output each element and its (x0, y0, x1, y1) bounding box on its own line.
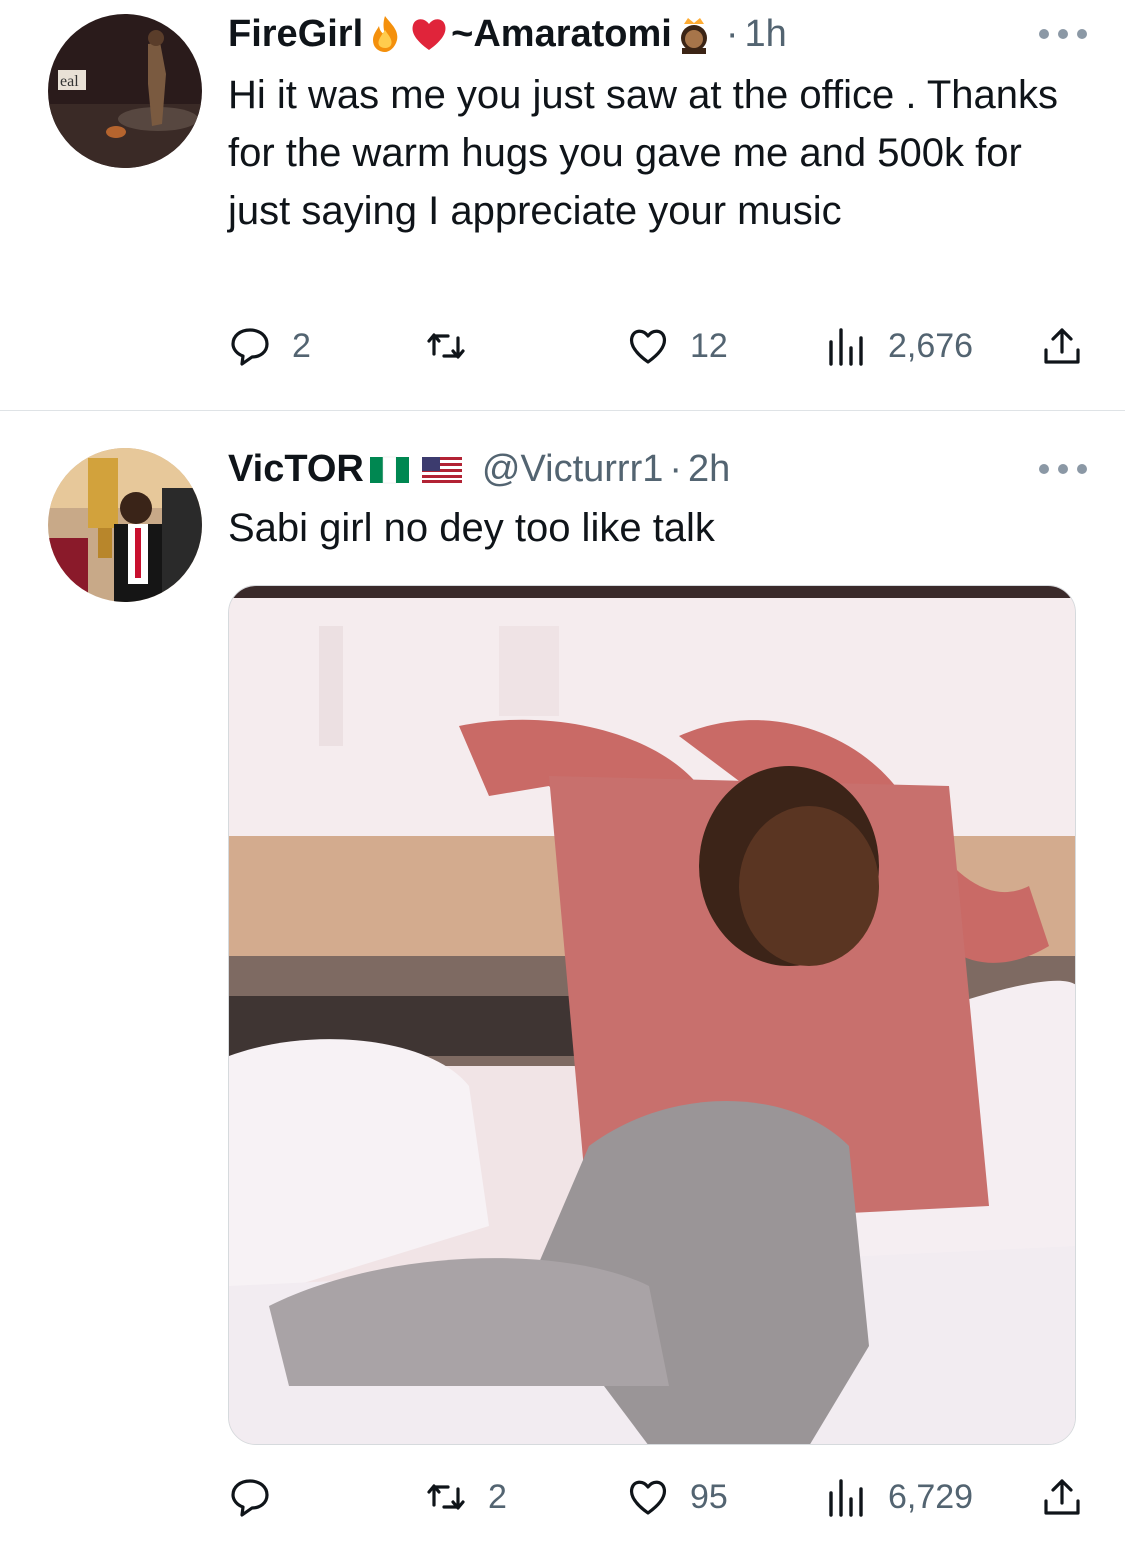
display-name-suffix[interactable]: ~Amaratomi (451, 13, 672, 56)
tweet-2[interactable]: VicTOR @Victurrr1 · 2h Sabi girl no dey … (0, 411, 1125, 1547)
retweet-button[interactable]: 2 (424, 1469, 507, 1525)
display-name[interactable]: VicTOR (228, 448, 364, 491)
reply-count: 2 (292, 326, 311, 365)
separator-dot: · (725, 12, 739, 55)
retweet-button[interactable] (424, 318, 488, 374)
share-icon (1044, 328, 1080, 364)
fire-emoji (373, 16, 398, 52)
avatar[interactable]: eal (48, 14, 202, 168)
share-button[interactable] (1040, 318, 1104, 374)
handle[interactable]: @Victurrr1 (482, 448, 663, 491)
red-heart-emoji (412, 19, 446, 50)
retweet-icon (427, 333, 465, 359)
share-button[interactable] (1040, 1469, 1104, 1525)
tweet-header: VicTOR @Victurrr1 · 2h (228, 445, 1085, 493)
view-count: 6,729 (888, 1477, 974, 1516)
display-name[interactable]: FireGirl (228, 13, 363, 56)
tweet-media-image[interactable] (228, 585, 1076, 1445)
tweet-text: Hi it was me you just saw at the office … (228, 73, 1058, 233)
views-button[interactable]: 2,676 (824, 318, 973, 374)
tweet-1[interactable]: eal FireGirl ~Amaratomi · 1h Hi it was m… (0, 0, 1125, 410)
reply-icon (231, 1479, 269, 1517)
like-count: 12 (690, 326, 728, 365)
heart-icon (629, 329, 667, 364)
views-icon (829, 1479, 863, 1517)
tweet-actions: 2 12 2,676 (228, 318, 1088, 374)
timestamp[interactable]: 2h (688, 448, 730, 491)
tweet-actions: 2 95 6,729 (228, 1469, 1088, 1525)
more-icon[interactable] (1039, 24, 1087, 44)
princess-emoji (680, 18, 707, 54)
reply-icon (231, 328, 269, 366)
separator-dot: · (669, 447, 683, 490)
heart-icon (629, 1480, 667, 1515)
retweet-count: 2 (488, 1477, 507, 1516)
tweet-header: FireGirl ~Amaratomi · 1h (228, 10, 1085, 58)
share-icon (1044, 1479, 1080, 1515)
like-count: 95 (690, 1477, 728, 1516)
view-count: 2,676 (888, 326, 974, 365)
tweet-text: Sabi girl no dey too like talk (228, 506, 715, 550)
nigeria-flag-emoji (369, 456, 409, 484)
like-button[interactable]: 12 (626, 318, 728, 374)
retweet-icon (427, 1484, 465, 1510)
svg-text:eal: eal (60, 73, 79, 90)
more-icon[interactable] (1039, 459, 1087, 479)
views-icon (829, 328, 863, 366)
views-button[interactable]: 6,729 (824, 1469, 973, 1525)
avatar[interactable] (48, 448, 202, 602)
reply-button[interactable] (228, 1469, 292, 1525)
like-button[interactable]: 95 (626, 1469, 728, 1525)
reply-button[interactable]: 2 (228, 318, 311, 374)
timestamp[interactable]: 1h (745, 13, 787, 56)
usa-flag-emoji (421, 457, 462, 483)
